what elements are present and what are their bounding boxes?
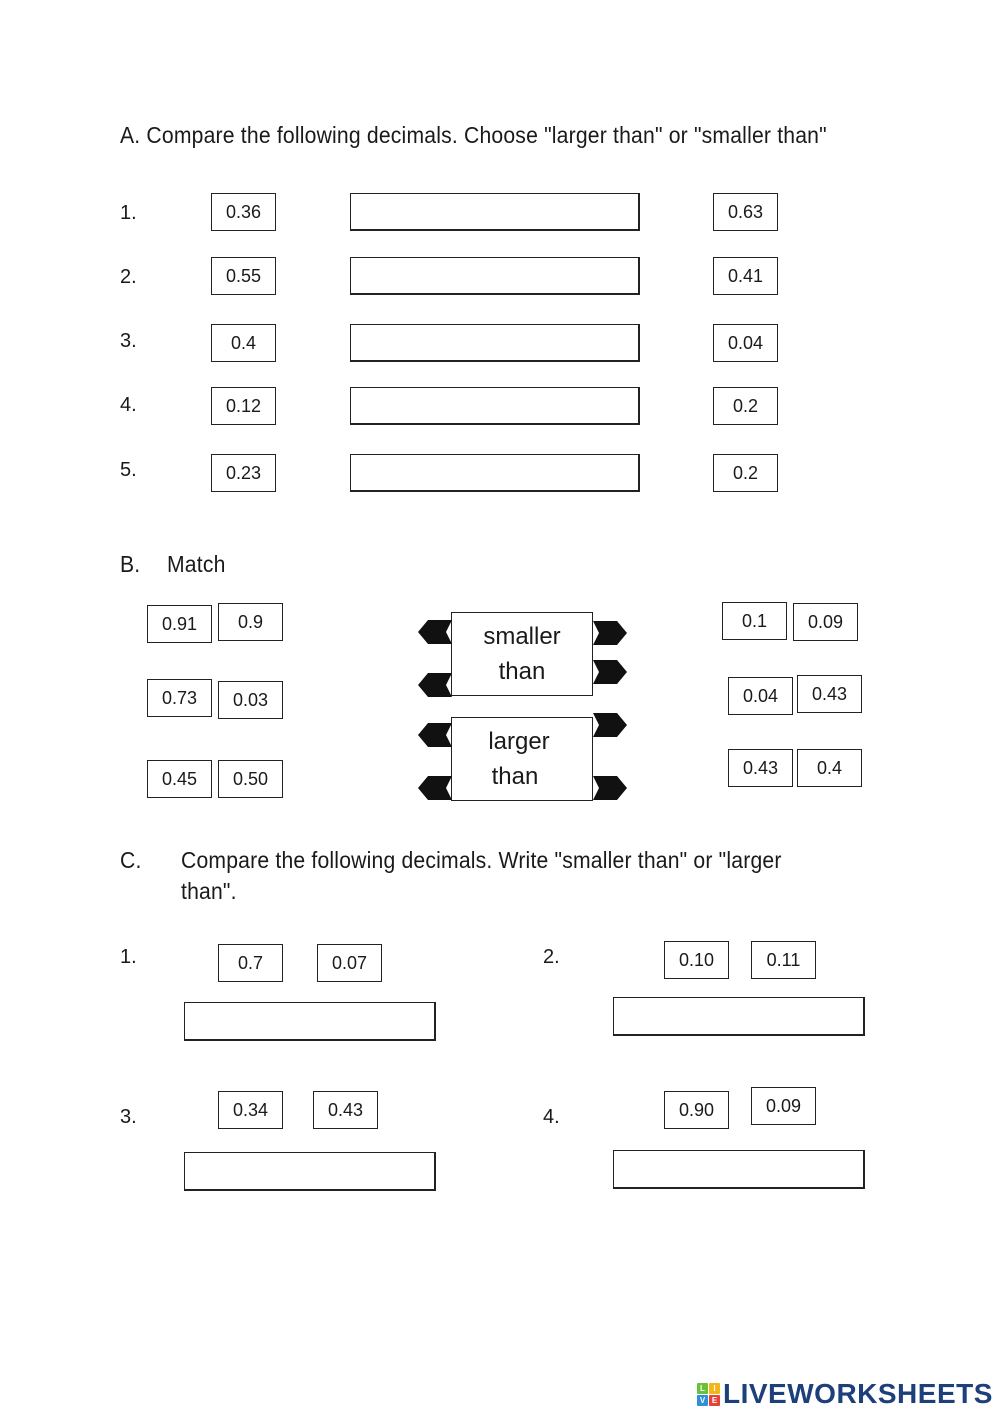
logo-tile: V	[697, 1394, 708, 1406]
row-number: 5.	[120, 459, 137, 481]
decimal-b: 0.03	[218, 681, 283, 719]
connector-left-arrow-icon[interactable]	[418, 673, 452, 697]
answer-field[interactable]	[350, 193, 640, 231]
logo-tiles-icon: L I V E	[697, 1382, 720, 1406]
right-decimal: 0.2	[713, 454, 778, 492]
answer-input[interactable]	[185, 1003, 434, 1039]
right-decimal: 0.2	[713, 387, 778, 425]
target-label-line2: than	[491, 763, 539, 790]
logo-tile: E	[709, 1394, 720, 1406]
target-label-line2: than	[498, 658, 546, 685]
answer-field[interactable]	[350, 257, 640, 295]
decimal-a: 0.7	[218, 944, 283, 982]
decimal-a: 0.90	[664, 1091, 729, 1129]
decimal-b: 0.11	[751, 941, 816, 979]
answer-field[interactable]	[613, 1150, 865, 1189]
section-c-heading-line2: than".	[181, 878, 237, 904]
answer-field[interactable]	[184, 1002, 436, 1041]
decimal-b: 0.43	[797, 675, 862, 713]
decimal-a: 0.91	[147, 605, 212, 643]
liveworksheets-logo: L I V E LIVEWORKSHEETS	[697, 1378, 993, 1410]
left-decimal: 0.55	[211, 257, 276, 295]
answer-input[interactable]	[185, 1153, 434, 1189]
decimal-b: 0.9	[218, 603, 283, 641]
decimal-a: 0.34	[218, 1091, 283, 1129]
answer-field[interactable]	[184, 1152, 436, 1191]
item-number: 3.	[120, 1106, 137, 1128]
answer-field[interactable]	[350, 387, 640, 425]
decimal-a: 0.45	[147, 760, 212, 798]
section-c-label: C.	[120, 847, 142, 873]
connector-right-arrow-icon[interactable]	[593, 776, 627, 800]
decimal-b: 0.50	[218, 760, 283, 798]
section-c-heading-line1: Compare the following decimals. Write "s…	[181, 847, 782, 873]
logo-text: LIVEWORKSHEETS	[723, 1378, 993, 1409]
item-number: 1.	[120, 946, 137, 968]
decimal-a: 0.1	[722, 602, 787, 640]
answer-input[interactable]	[351, 325, 638, 360]
connector-left-arrow-icon[interactable]	[418, 776, 452, 800]
target-label-line1: larger	[488, 728, 550, 755]
decimal-a: 0.73	[147, 679, 212, 717]
decimal-b: 0.43	[313, 1091, 378, 1129]
left-decimal: 0.4	[211, 324, 276, 362]
answer-input[interactable]	[614, 998, 863, 1034]
right-decimal: 0.41	[713, 257, 778, 295]
section-b-title: Match	[167, 551, 226, 577]
section-b-label: B.	[120, 551, 141, 577]
right-decimal: 0.04	[713, 324, 778, 362]
item-number: 4.	[543, 1106, 560, 1128]
item-number: 2.	[543, 946, 560, 968]
match-target-larger-than[interactable]: larger than	[451, 717, 593, 801]
left-decimal: 0.12	[211, 387, 276, 425]
match-target-smaller-than[interactable]: smaller than	[451, 612, 593, 696]
left-decimal: 0.36	[211, 193, 276, 231]
answer-input[interactable]	[351, 455, 638, 490]
row-number: 1.	[120, 202, 137, 224]
answer-field[interactable]	[350, 324, 640, 362]
decimal-b: 0.07	[317, 944, 382, 982]
connector-left-arrow-icon[interactable]	[418, 723, 452, 747]
logo-tile: L	[697, 1382, 708, 1394]
row-number: 2.	[120, 266, 137, 288]
connector-right-arrow-icon[interactable]	[593, 713, 627, 737]
answer-input[interactable]	[614, 1151, 863, 1187]
target-label-line1: smaller	[483, 623, 561, 650]
answer-input[interactable]	[351, 258, 638, 293]
decimal-a: 0.04	[728, 677, 793, 715]
logo-tile: I	[709, 1382, 720, 1394]
connector-right-arrow-icon[interactable]	[593, 660, 627, 684]
left-decimal: 0.23	[211, 454, 276, 492]
decimal-a: 0.43	[728, 749, 793, 787]
row-number: 3.	[120, 330, 137, 352]
connector-right-arrow-icon[interactable]	[593, 621, 627, 645]
answer-input[interactable]	[351, 388, 638, 423]
section-a-heading: A. Compare the following decimals. Choos…	[120, 122, 827, 148]
answer-field[interactable]	[350, 454, 640, 492]
decimal-b: 0.09	[751, 1087, 816, 1125]
decimal-b: 0.4	[797, 749, 862, 787]
row-number: 4.	[120, 394, 137, 416]
answer-field[interactable]	[613, 997, 865, 1036]
decimal-b: 0.09	[793, 603, 858, 641]
right-decimal: 0.63	[713, 193, 778, 231]
connector-left-arrow-icon[interactable]	[418, 620, 452, 644]
decimal-a: 0.10	[664, 941, 729, 979]
answer-input[interactable]	[351, 194, 638, 229]
